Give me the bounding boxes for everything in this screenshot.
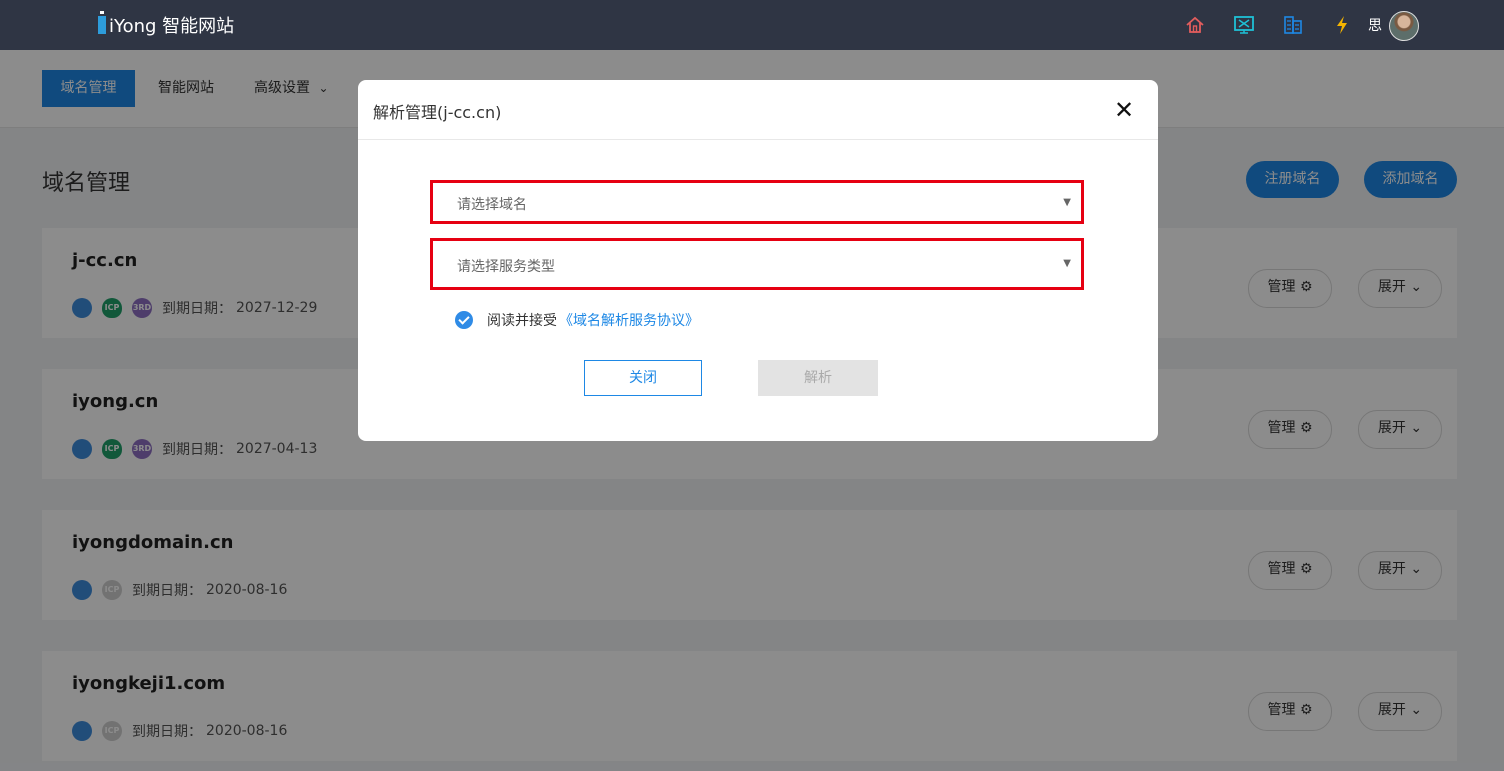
home-icon[interactable] [1184, 14, 1206, 36]
brand-name: iYong 智能网站 [109, 16, 235, 37]
agreement-link[interactable]: 《域名解析服务协议》 [559, 310, 699, 330]
username[interactable]: 思 [1368, 15, 1382, 35]
top-bar: iYong 智能网站 思 [0, 0, 1504, 50]
modal-header: 解析管理(j-cc.cn) ✕ [358, 80, 1158, 140]
close-icon[interactable]: ✕ [1112, 98, 1136, 122]
logo-mark-icon [98, 11, 106, 34]
lightning-icon[interactable] [1331, 14, 1353, 36]
agree-checkbox[interactable] [455, 311, 473, 329]
parse-button[interactable]: 解析 [758, 360, 878, 396]
monitor-icon[interactable] [1233, 14, 1255, 36]
domain-select[interactable]: 请选择域名 ▼ [430, 180, 1084, 224]
close-button[interactable]: 关闭 [584, 360, 702, 396]
agreement-row: 阅读并接受 《域名解析服务协议》 [455, 310, 699, 330]
dropdown-arrow-icon: ▼ [1063, 197, 1071, 208]
service-type-select-placeholder: 请选择服务类型 [457, 259, 555, 275]
domain-select-placeholder: 请选择域名 [457, 197, 527, 213]
agreement-text: 阅读并接受 [487, 313, 557, 329]
brand-logo[interactable]: iYong 智能网站 [98, 11, 235, 37]
dropdown-arrow-icon: ▼ [1063, 258, 1071, 269]
dns-modal: 解析管理(j-cc.cn) ✕ 请选择域名 ▼ 请选择服务类型 ▼ 阅读并接受 … [358, 80, 1158, 441]
avatar[interactable] [1389, 11, 1419, 41]
service-type-select[interactable]: 请选择服务类型 ▼ [430, 238, 1084, 290]
modal-title: 解析管理(j-cc.cn) [373, 103, 502, 122]
building-icon[interactable] [1282, 14, 1304, 36]
